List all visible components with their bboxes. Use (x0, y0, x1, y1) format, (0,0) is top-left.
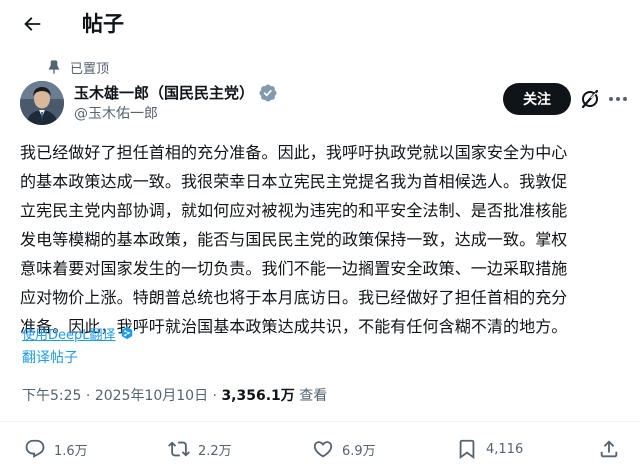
translate-post-link[interactable]: 翻译帖子 (22, 348, 78, 368)
share-button[interactable] (598, 438, 620, 460)
views-label: 查看 (299, 388, 328, 404)
meta-separator: · (85, 388, 95, 404)
bookmark-icon (459, 439, 475, 460)
like-count: 6.9万 (342, 443, 376, 459)
pinned-label: 已置顶 (70, 61, 110, 77)
divider (0, 421, 640, 422)
repost-button[interactable]: 2.2万 (168, 438, 232, 460)
back-button[interactable] (18, 10, 46, 38)
translated-with-link[interactable]: 使用DeepL翻译 (22, 322, 134, 344)
more-options-button[interactable] (606, 87, 630, 111)
post-text: 我已经做好了担任首相的充分准备。因此，我呼吁执政党就以国家安全为中心 的基本政策… (20, 138, 624, 341)
post-text-line: 我已经做好了担任首相的充分准备。因此，我呼吁执政党就以国家安全为中心 (20, 143, 568, 162)
post-text-line: 意味着要对国家发生的一切负责。我们不能一边搁置安全政策、一边采取措施 (20, 259, 568, 278)
pinned-indicator: 已置顶 (46, 57, 109, 77)
grok-button[interactable] (578, 87, 602, 111)
page-title: 帖子 (82, 12, 124, 36)
bookmark-count: 4,116 (486, 441, 524, 457)
post-time[interactable]: 下午5:25 (22, 388, 81, 404)
post-text-line: 发电等模糊的基本政策，能否与国民民主党的政策保持一致，达成一致。掌权 (20, 230, 568, 249)
avatar[interactable] (20, 81, 64, 125)
reply-icon (25, 439, 45, 458)
reply-count: 1.6万 (54, 443, 88, 459)
pin-icon (48, 60, 60, 75)
reply-button[interactable]: 1.6万 (24, 438, 88, 460)
more-horizontal-icon (609, 97, 627, 101)
like-button[interactable]: 6.9万 (312, 438, 376, 460)
heart-icon (313, 441, 333, 458)
arrow-left-icon (24, 17, 41, 31)
author-name[interactable]: 玉木雄一郎（国民民主党） (74, 83, 278, 103)
author-handle[interactable]: @玉木佑一郎 (74, 104, 158, 124)
post-text-line: 立宪民主党内部协调，就如何应对被视为违宪的和平安全法制、是否批准核能 (20, 201, 568, 220)
top-bar: 帖子 (0, 0, 640, 48)
deepl-icon (121, 326, 132, 340)
post-metadata: 下午5:25 · 2025年10月10日 · 3,356.1万 查看 (22, 386, 327, 406)
grok-icon (581, 89, 599, 109)
post-text-line: 的基本政策达成一致。我很荣幸日本立宪民主党提名我为首相候选人。我敦促 (20, 172, 568, 191)
post-text-line: 应对物价上涨。特朗普总统也将于本月底访日。我已经做好了担任首相的充分 (20, 288, 568, 307)
avatar-image (20, 81, 64, 125)
verified-badge-icon (259, 84, 277, 102)
post-date[interactable]: 2025年10月10日 (95, 388, 208, 404)
repost-count: 2.2万 (198, 443, 232, 459)
share-icon (600, 440, 618, 458)
views-count: 3,356.1万 (221, 388, 295, 404)
follow-button[interactable]: 关注 (503, 83, 571, 115)
action-bar: 1.6万 2.2万 6.9万 4,116 (0, 436, 640, 464)
repost-icon (168, 441, 190, 457)
bookmark-button[interactable]: 4,116 (456, 438, 523, 460)
author-display-name: 玉木雄一郎（国民民主党） (74, 84, 255, 102)
translated-with-label: 使用DeepL翻译 (22, 327, 116, 343)
